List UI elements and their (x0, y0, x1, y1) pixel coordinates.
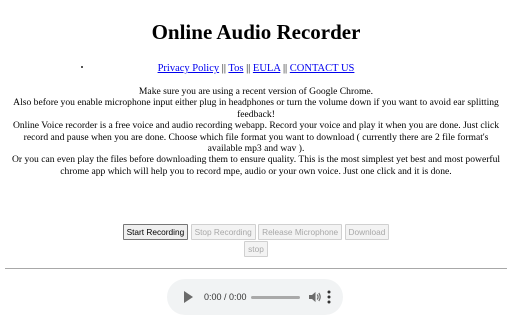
link-separator: || (246, 63, 251, 74)
link-separator: || (221, 63, 226, 74)
stop-recording-button[interactable]: Stop Recording (190, 224, 256, 240)
stop-button[interactable]: stop (244, 241, 268, 257)
download-button[interactable]: Download (344, 224, 390, 240)
release-microphone-button[interactable]: Release Microphone (258, 224, 343, 240)
play-icon[interactable] (184, 291, 193, 303)
divider (5, 268, 507, 269)
time-display: 0:00 / 0:00 (204, 292, 247, 302)
intro-line-description: Online Voice recorder is a free voice an… (12, 120, 500, 155)
audio-player[interactable]: 0:00 / 0:00 (167, 279, 343, 315)
start-recording-button[interactable]: Start Recording (122, 224, 189, 240)
page-title: Online Audio Recorder (151, 20, 361, 44)
eula-link[interactable]: EULA (253, 63, 280, 74)
intro-text: Make sure you are using a recent version… (6, 86, 506, 177)
intro-line-chrome: Make sure you are using a recent version… (138, 86, 374, 97)
progress-slider[interactable] (251, 296, 300, 299)
intro-line-headphones: Also before you enable microphone input … (13, 97, 499, 120)
tos-link[interactable]: Tos (228, 63, 243, 74)
privacy-policy-link[interactable]: Privacy Policy (158, 63, 220, 74)
recorder-controls: Start Recording Stop Recording Release M… (116, 224, 396, 258)
footer-links: Privacy Policy || Tos || EULA || CONTACT… (0, 63, 512, 74)
link-separator: || (282, 63, 288, 74)
more-vertical-icon[interactable] (326, 289, 332, 305)
contact-us-link[interactable]: CONTACT US (290, 63, 355, 74)
volume-icon[interactable] (308, 290, 322, 304)
intro-line-playback: Or you can even play the files before do… (11, 154, 501, 177)
